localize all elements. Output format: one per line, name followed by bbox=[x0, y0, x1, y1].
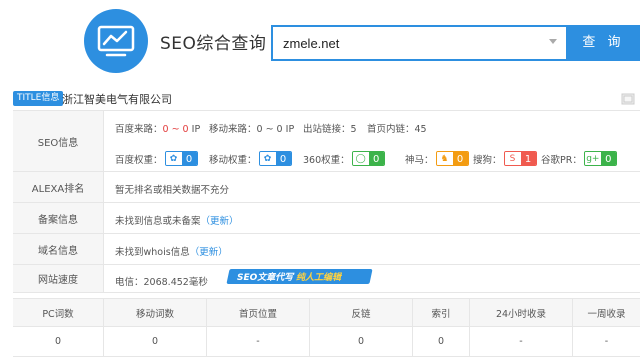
sogou-icon: S bbox=[504, 152, 521, 165]
seo-info-row: SEO信息 百度来路：0 ~ 0 IP 移动来路：0 ~ 0 IP 出站链接：5… bbox=[13, 110, 640, 171]
mobile-weight[interactable]: 移动权重： ✿ 0 bbox=[209, 151, 292, 166]
stats-value-cell: 0 bbox=[13, 327, 104, 356]
stats-value-cell: 0 bbox=[104, 327, 207, 356]
stats-header-cell: 24小时收录 bbox=[470, 299, 573, 326]
title-row: TITLE信息 浙江智美电气有限公司 bbox=[0, 88, 640, 110]
sogou-weight[interactable]: 搜狗： S 1 bbox=[473, 151, 537, 166]
shenma-weight-badge[interactable]: ♞ 0 bbox=[435, 151, 469, 166]
domain-update-link[interactable]: （更新） bbox=[190, 247, 228, 258]
icp-label: 备案信息 bbox=[13, 203, 104, 233]
company-name: 浙江智美电气有限公司 bbox=[62, 93, 172, 106]
stats-header-cell: 反链 bbox=[310, 299, 413, 326]
search-button[interactable]: 查 询 bbox=[567, 25, 640, 61]
stats-value-cell: - bbox=[604, 336, 609, 347]
dropdown-caret-icon[interactable] bbox=[549, 39, 557, 44]
search-box[interactable] bbox=[271, 25, 568, 61]
stats-value-cell: 0 bbox=[310, 327, 413, 356]
icp-row: 备案信息 未找到信息或未备案（更新） bbox=[13, 202, 640, 233]
mobile-source: 移动来路：0 ~ 0 IP bbox=[209, 124, 295, 135]
seo-logo-icon bbox=[84, 9, 148, 73]
stats-value-cell: 0 bbox=[413, 327, 470, 356]
speed-row: 网站速度 电信：2068.452毫秒 SEO文章代写 纯人工编辑 bbox=[13, 264, 640, 293]
domain-label: 域名信息 bbox=[13, 234, 104, 264]
domain-row: 域名信息 未找到whois信息（更新） bbox=[13, 233, 640, 264]
google-pr-badge[interactable]: g+ 0 bbox=[583, 151, 617, 166]
domain-value: 未找到whois信息（更新） bbox=[115, 247, 228, 258]
site-title: SEO综合查询 bbox=[160, 34, 267, 54]
inlinks: 首页内链：45 bbox=[367, 124, 427, 135]
search-input[interactable] bbox=[273, 27, 548, 59]
shenma-weight[interactable]: 神马： ♞ 0 bbox=[405, 151, 469, 166]
stats-table: PC词数 移动词数 首页位置 反链 索引 24小时收录 一周收录 0 0 - 0… bbox=[13, 298, 640, 357]
shenma-icon: ♞ bbox=[436, 152, 453, 165]
stats-header-cell: 移动词数 bbox=[104, 299, 207, 326]
google-pr[interactable]: 谷歌PR： g+ 0 bbox=[541, 151, 617, 166]
stats-header-row: PC词数 移动词数 首页位置 反链 索引 24小时收录 一周收录 bbox=[13, 298, 640, 327]
baidu-weight[interactable]: 百度权重： ✿ 0 bbox=[115, 151, 198, 166]
speed-value: 电信：2068.452毫秒 bbox=[115, 277, 208, 288]
paw-icon: ✿ bbox=[259, 152, 276, 165]
baidu-source: 百度来路：0 ~ 0 IP bbox=[115, 124, 201, 135]
alexa-value: 暂无排名或相关数据不充分 bbox=[115, 185, 230, 196]
speed-label: 网站速度 bbox=[13, 265, 104, 292]
stats-header-cell: 首页位置 bbox=[207, 299, 310, 326]
stats-value-row: 0 0 - 0 0 - - bbox=[13, 327, 640, 357]
ad-text-manual[interactable]: 纯人工编辑 bbox=[296, 270, 341, 283]
stats-header-cell: 一周收录 bbox=[587, 308, 626, 320]
icp-update-link[interactable]: （更新） bbox=[201, 216, 239, 227]
sogou-weight-badge[interactable]: S 1 bbox=[503, 151, 537, 166]
ad-text-seo[interactable]: SEO文章代写 bbox=[237, 270, 293, 283]
paw-icon: ✿ bbox=[165, 152, 182, 165]
alexa-row: ALEXA排名 暂无排名或相关数据不充分 bbox=[13, 171, 640, 202]
title-badge: TITLE信息 bbox=[13, 91, 64, 106]
outlinks: 出站链接：5 bbox=[303, 124, 357, 135]
mobile-weight-badge[interactable]: ✿ 0 bbox=[258, 151, 292, 166]
stats-header-cell: PC词数 bbox=[13, 299, 104, 326]
360-icon: ◯ bbox=[352, 152, 369, 165]
seo-info-label: SEO信息 bbox=[13, 111, 104, 171]
stats-header-cell: 索引 bbox=[413, 299, 470, 326]
stats-value-cell: - bbox=[207, 327, 310, 356]
google-plus-icon: g+ bbox=[584, 152, 601, 165]
baidu-weight-badge[interactable]: ✿ 0 bbox=[164, 151, 198, 166]
header: SEO综合查询 查 询 bbox=[0, 0, 640, 86]
icp-value: 未找到信息或未备案（更新） bbox=[115, 216, 239, 227]
360-weight[interactable]: 360权重： ◯ 0 bbox=[303, 151, 385, 166]
alexa-label: ALEXA排名 bbox=[13, 172, 104, 202]
360-weight-badge[interactable]: ◯ 0 bbox=[351, 151, 385, 166]
layers-icon[interactable] bbox=[620, 92, 636, 106]
stats-value-cell: - bbox=[470, 327, 573, 356]
